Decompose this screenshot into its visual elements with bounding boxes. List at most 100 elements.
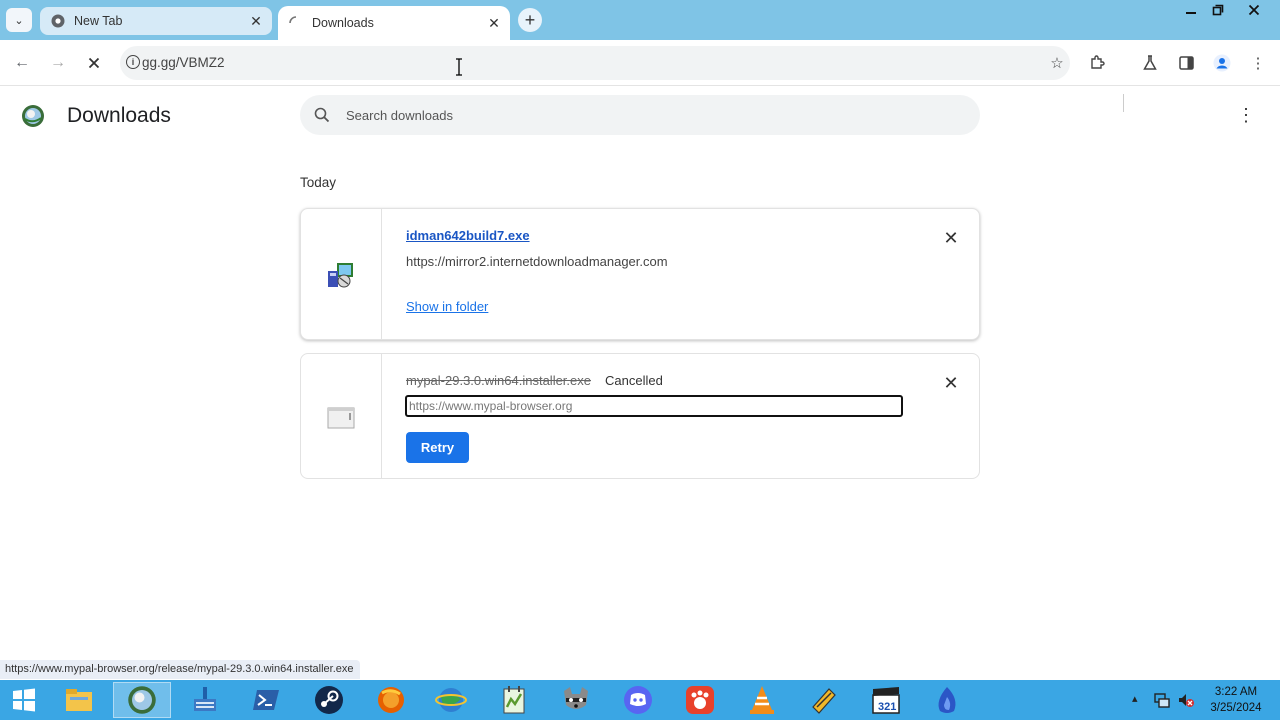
link-hover-status-bar: https://www.mypal-browser.org/release/my… [0,660,360,679]
restore-button[interactable] [1205,0,1231,20]
profile-avatar-icon[interactable] [1211,52,1233,74]
taskbar-discord[interactable] [609,682,667,718]
arrow-left-icon: ← [14,54,30,71]
show-in-folder-link[interactable]: Show in folder [406,299,488,314]
taskbar-network-manager[interactable] [176,682,234,718]
idm-installer-icon [328,263,353,288]
star-icon[interactable]: ☆ [1046,52,1068,74]
back-button[interactable]: ← [10,51,34,75]
side-panel-icon[interactable] [1175,52,1197,74]
extensions-icon[interactable] [1086,52,1108,74]
close-icon[interactable]: ✕ [246,11,266,31]
forward-button[interactable]: → [46,51,70,75]
stop-loading-button[interactable] [82,51,106,75]
taskbar-raccoon-app[interactable] [547,682,605,718]
raccoon-icon [564,687,588,709]
vlc-cone-icon [750,686,774,714]
taskbar-clock[interactable]: 3:22 AM 3/25/2024 [1200,684,1272,716]
download-filename-link[interactable]: idman642build7.exe [406,228,530,243]
tab-title: Downloads [312,16,374,30]
mypal-logo-icon [128,686,156,714]
plus-icon: + [524,9,536,30]
page-title: Downloads [67,104,171,127]
close-icon: ✕ [943,227,959,248]
taskbar-powershell[interactable] [237,682,295,718]
globe-icon [435,688,467,712]
search-input[interactable] [346,95,946,135]
taskbar-blue-app[interactable] [918,682,976,718]
retry-button[interactable]: Retry [406,432,469,463]
clock-time: 3:22 AM [1214,686,1258,698]
download-item: mypal-29.3.0.win64.installer.exe Cancell… [300,353,980,479]
restore-icon [1212,4,1224,16]
taskbar-vlc[interactable] [733,682,791,718]
close-icon [1248,4,1260,16]
remove-item-button[interactable]: ✕ [942,227,960,248]
downloads-page: Downloads ⋮ Today idman642build7.exe htt… [0,87,1280,660]
clapperboard-icon: 321 [872,687,900,714]
powershell-icon [253,690,279,710]
labs-flask-icon[interactable] [1139,52,1161,74]
tools-icon [812,688,836,714]
tab-new-tab[interactable]: New Tab ✕ [40,7,272,35]
search-icon [314,107,330,123]
taskbar-app-red[interactable] [671,682,729,718]
taskbar-firefox[interactable] [362,682,420,718]
stop-icon [88,57,100,69]
tab-search-menu-button[interactable]: ⌄ [6,8,32,32]
taskbar-mypal-browser[interactable] [113,682,171,718]
minimize-button[interactable] [1178,0,1204,20]
svg-text:321: 321 [878,701,896,713]
more-actions-icon[interactable]: ⋮ [1237,105,1255,125]
file-icon-column [301,209,382,339]
download-item: idman642build7.exe https://mirror2.inter… [300,208,980,340]
close-icon[interactable]: ✕ [484,13,504,33]
close-window-button[interactable] [1241,0,1267,20]
taskbar-media-player-classic[interactable]: 321 [857,682,915,718]
start-button[interactable] [2,680,46,720]
folder-icon [66,689,92,711]
browser-toolbar: ← → i gg.gg/VBMZ2 ☆ ⋮ [0,40,1280,112]
browser-titlebar: ⌄ New Tab ✕ Downloads ✕ + [0,0,1280,40]
discord-icon [624,686,652,714]
windows-logo-icon [13,688,35,712]
tab-downloads[interactable]: Downloads ✕ [278,6,510,40]
network-computer-icon [194,687,216,711]
address-url[interactable]: gg.gg/VBMZ2 [142,55,225,70]
file-icon-column [301,354,382,478]
search-box[interactable] [300,95,980,135]
blue-flame-icon [938,687,956,713]
download-source-url: https://mirror2.internetdownloadmanager.… [406,254,668,269]
loading-spinner-icon [288,15,304,31]
tray-overflow-chevron-icon[interactable]: ▴ [1132,692,1138,705]
remove-item-button[interactable]: ✕ [942,372,960,393]
chevron-down-icon: ⌄ [14,14,24,27]
firefox-icon [378,687,404,713]
generic-exe-icon [327,407,355,429]
clock-date: 3/25/2024 [1210,702,1262,714]
steam-icon [315,686,343,714]
taskbar: 321 ▴ 3:22 AM 3/25/2024 [0,680,1280,720]
close-icon: ✕ [943,372,959,393]
info-icon[interactable]: i [126,55,140,69]
taskbar-file-explorer[interactable] [50,682,108,718]
network-tray-icon[interactable] [1153,691,1171,709]
taskbar-internet-explorer[interactable] [422,682,480,718]
volume-muted-icon[interactable] [1177,691,1195,709]
tab-title: New Tab [74,14,123,28]
red-paw-app-icon [686,686,714,714]
address-bar[interactable]: i gg.gg/VBMZ2 ☆ [120,46,1070,80]
taskbar-tools[interactable] [795,682,853,718]
download-filename-cancelled: mypal-29.3.0.win64.installer.exe [406,373,591,388]
arrow-right-icon: → [50,54,66,71]
mypal-logo-icon [22,105,44,127]
text-cursor-icon [456,58,462,76]
new-tab-button[interactable]: + [518,8,542,32]
taskbar-steam[interactable] [300,682,358,718]
download-source-url-field[interactable] [405,395,903,417]
date-section-label: Today [300,175,337,190]
minimize-icon [1186,12,1196,14]
notepad-icon [503,686,525,714]
taskbar-notepad-plus[interactable] [485,682,543,718]
browser-menu-icon[interactable]: ⋮ [1247,52,1269,74]
